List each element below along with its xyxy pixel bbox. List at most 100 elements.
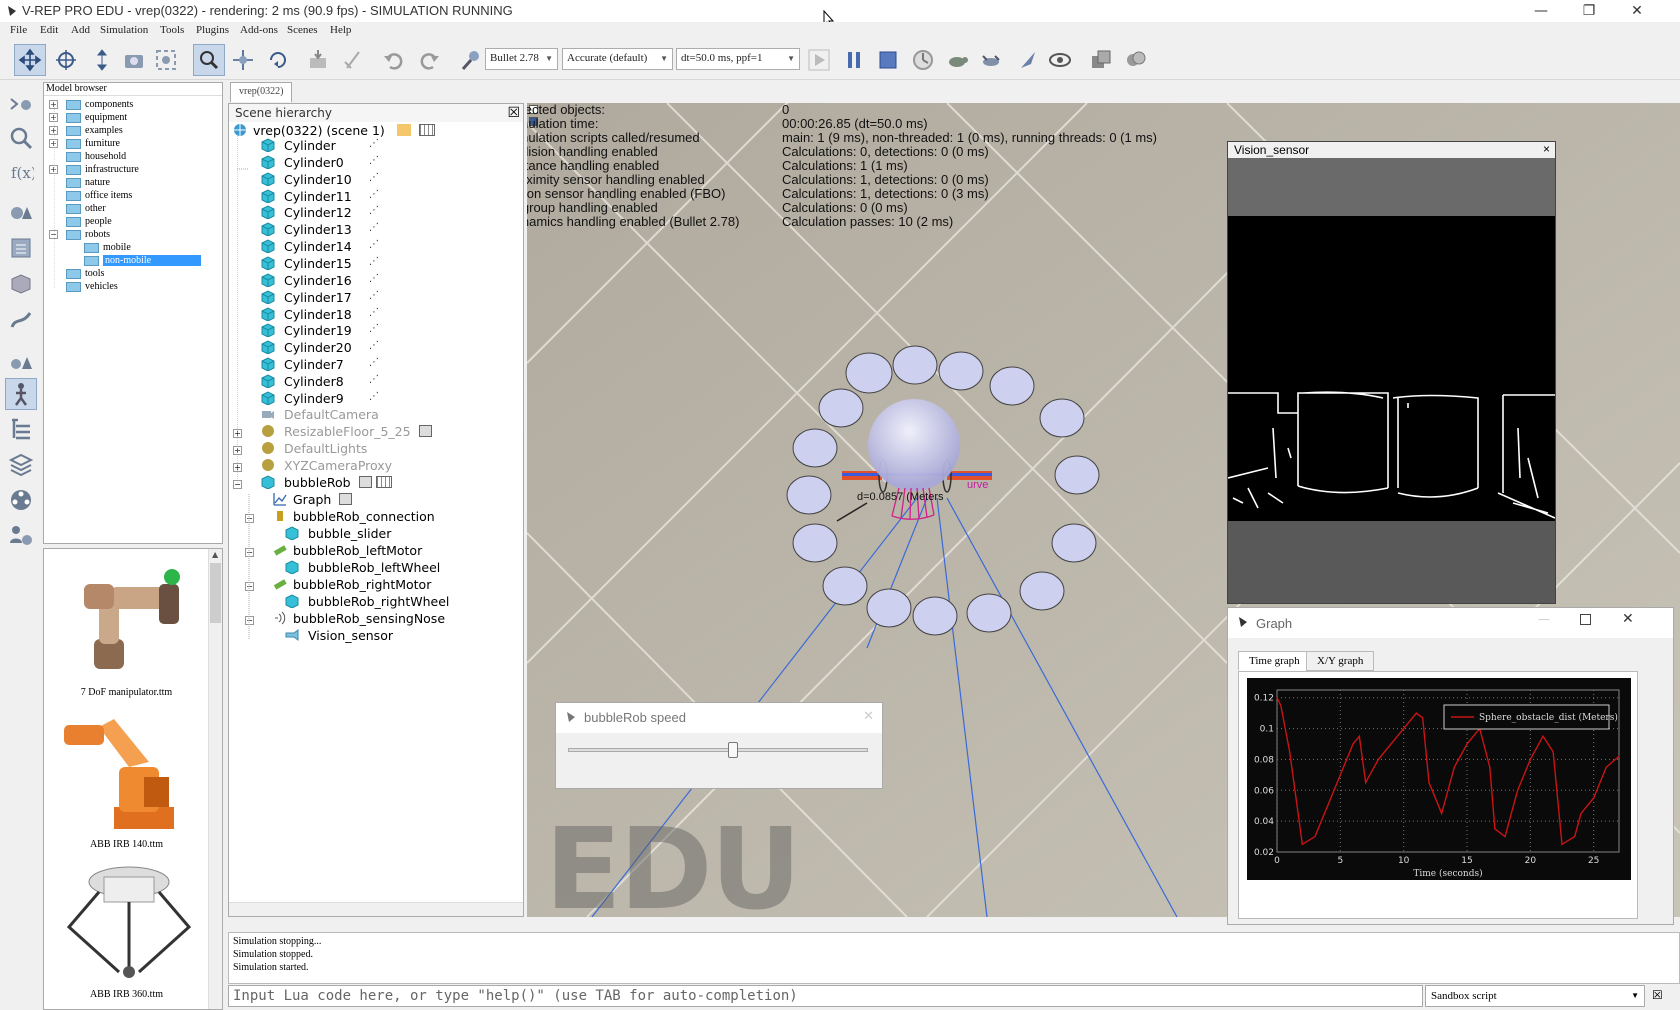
tree-item-office-items[interactable]: office items <box>66 189 132 202</box>
tree-item-cylinder[interactable]: Cylinder19 <box>261 322 352 339</box>
undo-icon[interactable] <box>378 44 410 76</box>
menu-file[interactable]: File <box>10 24 27 36</box>
tree-item-cylinder[interactable]: Cylinder13 <box>261 221 352 238</box>
restore-button[interactable]: ❐ <box>1566 0 1612 22</box>
tree-item-components[interactable]: components <box>66 98 133 111</box>
menu-addons[interactable]: Add-ons <box>240 24 278 36</box>
tree-item-cylinder[interactable]: Cylinder15 <box>261 255 352 272</box>
tree-item-other[interactable]: other <box>66 202 106 215</box>
tree-item-graph[interactable]: Graph <box>273 491 353 508</box>
camera-shift-icon[interactable] <box>86 44 118 76</box>
fit-to-view-icon[interactable] <box>150 44 182 76</box>
tree-item-cylinder[interactable]: Cylinder18 <box>261 306 352 323</box>
tree-item-mobile[interactable]: mobile <box>84 241 131 254</box>
scene-selector-icon[interactable] <box>1120 44 1152 76</box>
thumbnails-scrollbar[interactable]: ▲ <box>208 549 222 1009</box>
shape-edit-icon[interactable] <box>5 196 37 228</box>
accuracy-select[interactable]: Accurate (default) ▼ <box>562 48 673 70</box>
maximize-button[interactable] <box>1580 614 1591 625</box>
tree-item-furniture[interactable]: furniture <box>66 137 120 150</box>
menu-edit[interactable]: Edit <box>40 24 58 36</box>
tree-item-non-mobile[interactable]: non-mobile <box>84 254 209 267</box>
model-icon[interactable] <box>5 268 37 300</box>
tree-item-connection[interactable]: bubbleRob_connection <box>273 508 435 525</box>
transfer-dna-icon[interactable] <box>337 44 369 76</box>
thread-rendering-icon[interactable] <box>1011 44 1043 76</box>
menu-tools[interactable]: Tools <box>160 24 184 36</box>
lua-command-input[interactable]: Input Lua code here, or type "help()" (u… <box>228 985 1423 1007</box>
object-rotate-icon[interactable] <box>262 44 294 76</box>
calculation-modules-icon[interactable] <box>5 122 37 154</box>
camera-angle-icon[interactable] <box>118 44 150 76</box>
layers-icon[interactable] <box>5 448 37 480</box>
7dof-manipulator-thumbnail[interactable] <box>64 559 194 679</box>
tree-item-sensingnose[interactable]: bubbleRob_sensingNose <box>273 610 445 627</box>
menu-add[interactable]: Add <box>71 24 90 36</box>
tab-time-graph[interactable]: Time graph <box>1238 651 1311 671</box>
speed-slider-thumb[interactable] <box>728 742 738 758</box>
timestep-select[interactable]: dt=50.0 ms, ppf=1 ▼ <box>676 48 800 70</box>
scripts-icon[interactable]: f(x) <box>5 156 37 188</box>
page-selector-icon[interactable] <box>1085 44 1117 76</box>
tab-xy-graph[interactable]: X/Y graph <box>1306 651 1375 671</box>
close-icon[interactable]: ☒ <box>507 105 520 121</box>
tree-item-cylinder[interactable]: Cylinder <box>261 137 336 154</box>
model-browser-toggle-icon[interactable] <box>5 378 37 410</box>
tree-item-leftmotor[interactable]: bubbleRob_leftMotor <box>273 542 422 559</box>
tree-item-cylinder[interactable]: Cylinder12 <box>261 204 352 221</box>
scene-tab[interactable]: vrep(0322) <box>230 82 292 102</box>
tree-item-defaultcamera[interactable]: DefaultCamera <box>261 406 379 423</box>
tree-item-vehicles[interactable]: vehicles <box>66 280 118 293</box>
close-icon[interactable]: × <box>1543 142 1550 156</box>
minimize-button[interactable]: — <box>1518 0 1564 22</box>
selection-icon[interactable] <box>5 232 37 264</box>
tree-item-infrastructure[interactable]: infrastructure <box>66 163 139 176</box>
tree-item-cylinder[interactable]: Cylinder8 <box>261 373 344 390</box>
tree-item-nature[interactable]: nature <box>66 176 110 189</box>
close-button[interactable]: ✕ <box>1614 0 1660 22</box>
play-icon[interactable] <box>803 44 835 76</box>
assemble-icon[interactable] <box>302 44 334 76</box>
tree-item-bubblerob[interactable]: bubbleRob <box>261 474 392 491</box>
path-edit-icon[interactable] <box>5 304 37 336</box>
tree-item-cylinder[interactable]: Cylinder0 <box>261 154 344 171</box>
close-button[interactable]: ✕ <box>1622 611 1634 627</box>
close-button[interactable]: ✕ <box>863 709 874 724</box>
tree-item-bubble-slider[interactable]: bubble_slider <box>285 525 391 542</box>
video-recorder-icon[interactable] <box>5 484 37 516</box>
dynamics-settings-icon[interactable] <box>455 44 487 76</box>
realtime-icon[interactable] <box>907 44 939 76</box>
tree-item-xyzcameraproxy[interactable]: XYZCameraProxy <box>261 457 392 474</box>
menu-help[interactable]: Help <box>330 24 351 36</box>
redo-icon[interactable] <box>413 44 445 76</box>
physics-engine-select[interactable]: Bullet 2.78 ▼ <box>485 48 558 70</box>
tree-item-cylinder[interactable]: Cylinder11 <box>261 188 352 205</box>
tree-item-robots[interactable]: robots <box>66 228 110 241</box>
tree-item-cylinder[interactable]: Cylinder9 <box>261 390 344 407</box>
camera-pan-icon[interactable] <box>14 44 46 76</box>
tree-item-resizablefloor[interactable]: ResizableFloor_5_25 <box>261 423 432 440</box>
tree-item-examples[interactable]: examples <box>66 124 123 137</box>
tree-item-cylinder[interactable]: Cylinder10 <box>261 171 352 188</box>
tree-item-tools[interactable]: tools <box>66 267 104 280</box>
tree-item-rightmotor[interactable]: bubbleRob_rightMotor <box>273 576 431 593</box>
abb-irb-360-thumbnail[interactable] <box>59 857 199 987</box>
tree-item-rightwheel[interactable]: bubbleRob_rightWheel <box>285 593 449 610</box>
tree-item-cylinder[interactable]: Cylinder17 <box>261 289 352 306</box>
tree-item-leftwheel[interactable]: bubbleRob_leftWheel <box>285 559 440 576</box>
hierarchy-hscrollbar[interactable] <box>229 902 523 916</box>
tree-item-cylinder[interactable]: Cylinder7 <box>261 356 344 373</box>
minimize-button[interactable]: — <box>1538 612 1550 626</box>
abb-irb-140-thumbnail[interactable] <box>59 707 199 837</box>
menu-plugins[interactable]: Plugins <box>196 24 229 36</box>
close-icon[interactable]: ☒ <box>1652 988 1663 1002</box>
camera-rotate-icon[interactable] <box>50 44 82 76</box>
simulation-settings-icon[interactable] <box>5 88 37 120</box>
scene-hierarchy-toggle-icon[interactable] <box>5 412 37 444</box>
tree-item-vision-sensor[interactable]: Vision_sensor <box>285 627 393 644</box>
stop-icon[interactable] <box>872 44 904 76</box>
user-settings-icon[interactable] <box>5 520 37 552</box>
script-target-select[interactable]: Sandbox script ▼ <box>1425 985 1645 1007</box>
tree-item-equipment[interactable]: equipment <box>66 111 127 124</box>
tree-item-cylinder[interactable]: Cylinder16 <box>261 272 352 289</box>
